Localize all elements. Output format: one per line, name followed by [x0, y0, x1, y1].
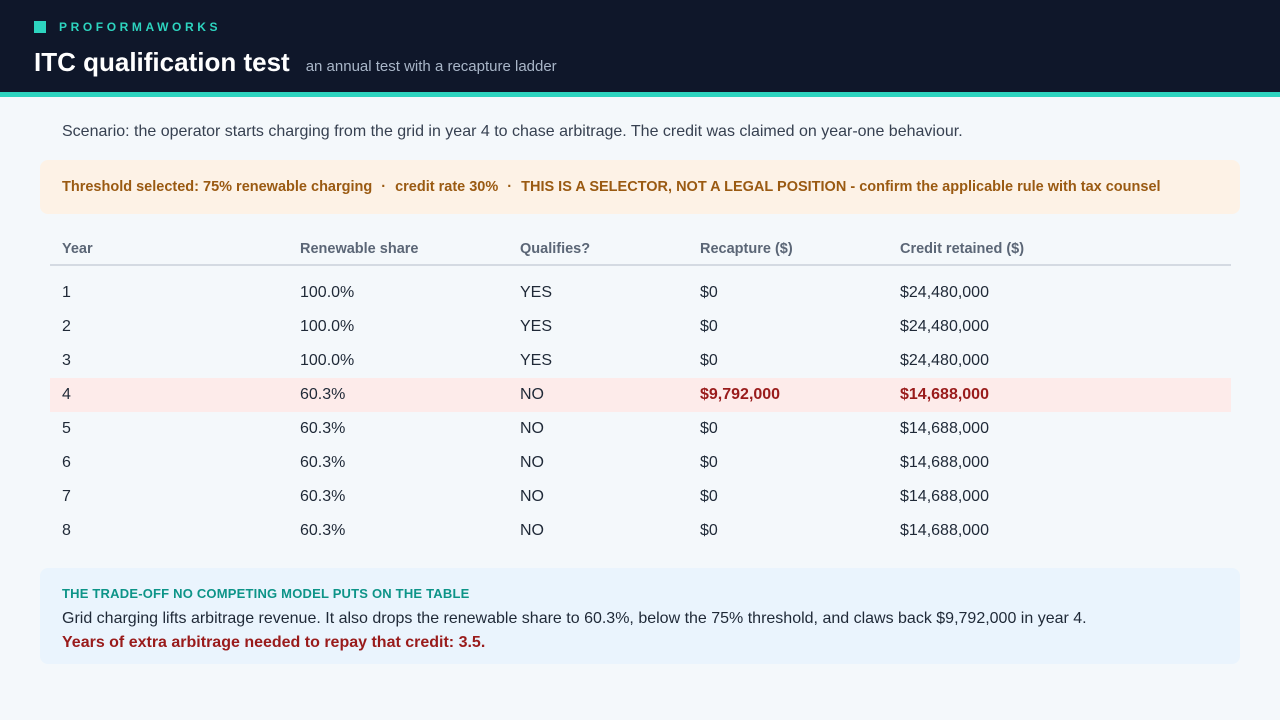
year-cell: 3 — [62, 352, 71, 369]
separator: · — [381, 179, 387, 195]
year-cell: 5 — [62, 420, 71, 437]
renewable-share-cell: 60.3% — [300, 386, 346, 403]
table-row: 2 100.0% YES $0 $24,480,000 — [50, 310, 1231, 344]
recapture-cell: $0 — [700, 284, 718, 301]
year-cell: 8 — [62, 522, 71, 539]
recapture-cell: $0 — [700, 454, 718, 471]
column-header-qualifies: Qualifies? — [520, 241, 591, 257]
tradeoff-body: Grid charging lifts arbitrage revenue. I… — [62, 610, 1087, 627]
separator: · — [507, 179, 513, 195]
recapture-cell: $0 — [700, 420, 718, 437]
table-row: 7 60.3% NO $0 $14,688,000 — [50, 480, 1231, 514]
recapture-cell: $0 — [700, 352, 718, 369]
recapture-cell: $0 — [700, 522, 718, 539]
renewable-share-cell: 60.3% — [300, 454, 346, 471]
qualifies-cell: NO — [520, 488, 544, 505]
table-row: 8 60.3% NO $0 $14,688,000 — [50, 514, 1231, 548]
year-cell: 2 — [62, 318, 71, 335]
credit-rate-label: credit rate 30% — [395, 179, 499, 195]
table-row: 5 60.3% NO $0 $14,688,000 — [50, 412, 1231, 446]
tradeoff-conclusion: Years of extra arbitrage needed to repay… — [62, 634, 486, 651]
qualifies-cell: NO — [520, 386, 544, 403]
renewable-share-cell: 60.3% — [300, 488, 346, 505]
credit-retained-cell: $14,688,000 — [900, 488, 989, 505]
column-header-recapture: Recapture ($) — [700, 241, 793, 257]
table-row: 1 100.0% YES $0 $24,480,000 — [50, 276, 1231, 310]
table-row: 6 60.3% NO $0 $14,688,000 — [50, 446, 1231, 480]
credit-retained-cell: $24,480,000 — [900, 318, 989, 335]
column-header-renewable-share: Renewable share — [300, 241, 419, 257]
table-header: Year Renewable share Qualifies? Recaptur… — [50, 232, 1231, 266]
column-header-credit-retained: Credit retained ($) — [900, 241, 1025, 257]
renewable-share-cell: 100.0% — [300, 352, 355, 369]
qualifies-cell: YES — [520, 284, 553, 301]
brand-name: PROFORMAWORKS — [59, 20, 222, 34]
renewable-share-cell: 60.3% — [300, 522, 346, 539]
year-cell: 7 — [62, 488, 71, 505]
page-subtitle: an annual test with a recapture ladder — [305, 58, 557, 75]
qualifies-cell: NO — [520, 522, 544, 539]
app-header: PROFORMAWORKS ITC qualification test an … — [0, 0, 1280, 97]
renewable-share-cell: 100.0% — [300, 318, 355, 335]
credit-retained-cell: $14,688,000 — [900, 386, 989, 403]
credit-retained-cell: $24,480,000 — [900, 352, 989, 369]
renewable-share-cell: 100.0% — [300, 284, 355, 301]
title-row: ITC qualification test an annual test wi… — [34, 47, 557, 78]
credit-retained-cell: $14,688,000 — [900, 420, 989, 437]
page-title: ITC qualification test — [34, 47, 290, 77]
year-cell: 4 — [62, 386, 71, 403]
recapture-cell: $9,792,000 — [700, 386, 781, 403]
brand-logo-square-icon — [34, 21, 46, 33]
recapture-cell: $0 — [700, 488, 718, 505]
table-row: 4 60.3% NO $9,792,000 $14,688,000 — [50, 378, 1231, 412]
scenario-text: Scenario: the operator starts charging f… — [62, 123, 963, 140]
table-row: 3 100.0% YES $0 $24,480,000 — [50, 344, 1231, 378]
tradeoff-panel: THE TRADE-OFF NO COMPETING MODEL PUTS ON… — [40, 568, 1240, 664]
credit-retained-cell: $24,480,000 — [900, 284, 989, 301]
qualifies-cell: NO — [520, 420, 544, 437]
credit-retained-cell: $14,688,000 — [900, 454, 989, 471]
threshold-label: Threshold selected: 75% renewable chargi… — [62, 179, 373, 195]
table-body: 1 100.0% YES $0 $24,480,000 2 100.0% YES $0 $24,4… — [50, 276, 1231, 548]
renewable-share-cell: 60.3% — [300, 420, 346, 437]
year-cell: 1 — [62, 284, 71, 301]
brand: PROFORMAWORKS — [34, 20, 221, 34]
qualifies-cell: YES — [520, 318, 553, 335]
year-cell: 6 — [62, 454, 71, 471]
threshold-banner: Threshold selected: 75% renewable chargi… — [40, 160, 1240, 214]
tradeoff-heading: THE TRADE-OFF NO COMPETING MODEL PUTS ON… — [62, 586, 470, 601]
column-header-year: Year — [62, 241, 93, 257]
credit-retained-cell: $14,688,000 — [900, 522, 989, 539]
recapture-table: Year Renewable share Qualifies? Recaptur… — [50, 232, 1231, 548]
qualifies-cell: NO — [520, 454, 544, 471]
legal-disclaimer: THIS IS A SELECTOR, NOT A LEGAL POSITION… — [521, 179, 1161, 195]
qualifies-cell: YES — [520, 352, 553, 369]
recapture-cell: $0 — [700, 318, 718, 335]
